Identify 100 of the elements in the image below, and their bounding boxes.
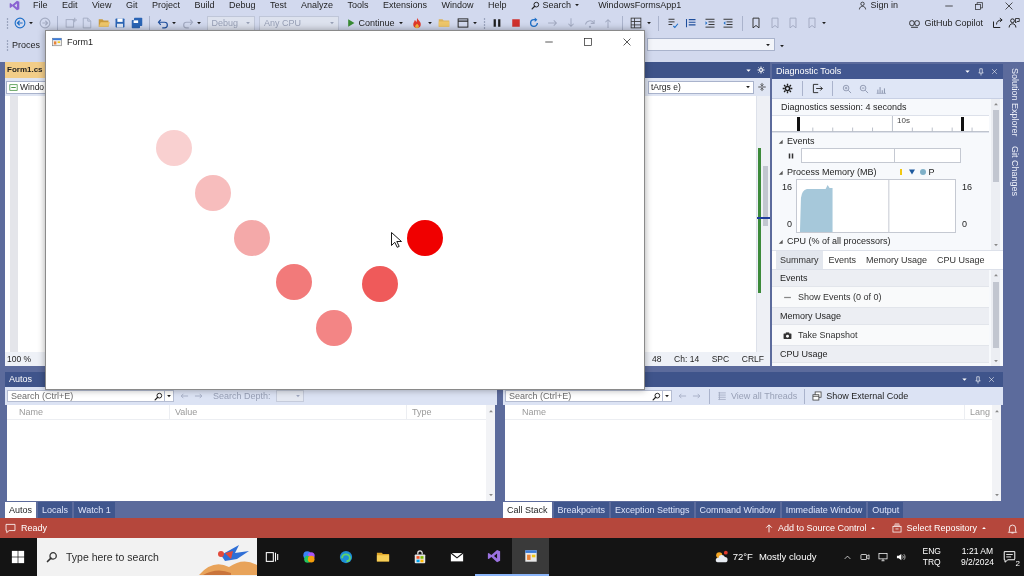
timeline-ruler[interactable]: 10s [772, 115, 989, 133]
expand-triangle-icon[interactable] [777, 237, 784, 245]
menu-item[interactable]: Debug [228, 0, 256, 11]
scroll-up-arrow-icon[interactable] [487, 408, 494, 414]
panel-tab[interactable]: Output [868, 502, 904, 518]
stop-icon[interactable] [509, 17, 522, 29]
maximize-icon[interactable] [583, 37, 593, 47]
panel-tab[interactable]: Autos [5, 502, 36, 518]
vertical-scrollbar[interactable] [486, 405, 495, 501]
panel-tab[interactable]: Watch 1 [74, 502, 115, 518]
caret-icon[interactable] [645, 20, 652, 26]
list-icon[interactable] [685, 17, 698, 29]
expand-triangle-icon[interactable] [777, 168, 784, 176]
menu-item[interactable]: Build [194, 0, 215, 11]
tab[interactable]: Memory Usage [862, 251, 932, 269]
caret-icon[interactable] [472, 20, 479, 26]
side-tab[interactable]: Solution Explorer [1009, 66, 1021, 139]
search-options-button[interactable] [165, 390, 174, 402]
scroll-up-arrow-icon[interactable] [992, 272, 999, 278]
zoom-level[interactable]: 100 % [5, 353, 45, 365]
expand-triangle-icon[interactable] [777, 137, 784, 145]
menu-item[interactable]: File [33, 0, 48, 11]
external-code-button[interactable]: Show External Code [812, 390, 909, 402]
outdent-icon[interactable] [722, 17, 735, 29]
search-button[interactable]: Search [530, 0, 581, 11]
panel-tab[interactable]: Exception Settings [611, 502, 694, 518]
menu-item[interactable]: Edit [62, 0, 78, 11]
save-all-icon[interactable] [130, 17, 143, 29]
tab[interactable]: Events [824, 251, 861, 269]
caret-icon[interactable] [171, 20, 177, 26]
menu-item[interactable]: Test [269, 0, 287, 11]
panel-tab[interactable]: Breakpoints [553, 502, 610, 518]
share-icon[interactable] [991, 17, 1004, 29]
scroll-up-arrow-icon[interactable] [993, 408, 1000, 414]
menu-item[interactable]: Git [125, 0, 138, 11]
menu-item[interactable]: Extensions [383, 0, 428, 11]
scrollbar-thumb[interactable] [992, 110, 999, 182]
chat-bubble-icon[interactable] [1003, 550, 1016, 563]
document-tab[interactable]: Form1.cs [5, 62, 45, 78]
taskbar-button[interactable] [512, 538, 549, 576]
pin-icon[interactable] [974, 375, 982, 384]
add-to-source-control-button[interactable]: Add to Source Control [763, 522, 877, 534]
line-ending[interactable]: CRLF [741, 353, 764, 365]
sign-in-button[interactable]: Sign in [858, 0, 898, 11]
menu-item[interactable]: Project [151, 0, 180, 11]
caret-icon[interactable] [28, 20, 34, 26]
whitespace-mode[interactable]: SPC [711, 353, 730, 365]
panel-tab[interactable]: Call Stack [503, 502, 552, 518]
menu-item[interactable]: Tools [347, 0, 369, 11]
clock-time[interactable]: 1:21 AM [961, 546, 994, 557]
type-dropdown[interactable]: Windo [6, 80, 45, 94]
restore-icon[interactable] [974, 0, 984, 11]
menu-item[interactable]: View [92, 0, 112, 11]
split-icon[interactable] [757, 82, 767, 92]
four-squares-icon[interactable] [11, 550, 25, 564]
command-link[interactable]: Show Events (0 of 0) [798, 291, 882, 303]
arrow-exit-icon[interactable] [812, 83, 823, 94]
grip-handle[interactable] [6, 16, 9, 30]
checklist-icon[interactable] [666, 17, 679, 29]
tab[interactable]: Summary [776, 251, 823, 269]
video-camera-icon[interactable] [860, 552, 871, 562]
clock-date[interactable]: 9/2/2024 [960, 557, 994, 568]
select-repository-button[interactable]: Select Repository [892, 522, 987, 534]
scrollbar-thumb[interactable] [763, 166, 768, 226]
menu-item[interactable]: Window [441, 0, 474, 11]
window-icon[interactable] [456, 17, 469, 29]
range-marker[interactable] [797, 117, 800, 131]
scroll-up-arrow-icon[interactable] [992, 101, 999, 107]
settings-icon[interactable] [782, 83, 793, 94]
caret-icon[interactable] [196, 20, 202, 26]
pin-icon[interactable] [977, 67, 985, 76]
circular-arrow-icon[interactable] [528, 17, 541, 29]
bookmark-icon[interactable] [750, 17, 763, 29]
undo-icon[interactable] [156, 17, 169, 29]
menu-item[interactable]: Analyze [301, 0, 333, 11]
continue-button[interactable]: Continue [343, 17, 406, 29]
member-dropdown[interactable]: tArgs e) [648, 80, 754, 94]
weather-button[interactable]: 72°F Mostly cloudy [713, 550, 817, 564]
search-options-button[interactable] [663, 390, 672, 402]
tab[interactable]: CPU Usage [933, 251, 989, 269]
vertical-scrollbar[interactable] [991, 99, 1000, 250]
panel-tab[interactable]: Immediate Window [781, 502, 867, 518]
keyboard-layout[interactable]: TRQ [922, 557, 941, 568]
speaker-icon[interactable] [896, 552, 907, 562]
indent-icon[interactable] [703, 17, 716, 29]
copilot-button[interactable]: GitHub Copilot [909, 17, 983, 29]
bell-icon[interactable] [1007, 522, 1018, 534]
range-marker[interactable] [961, 117, 964, 131]
search-field[interactable]: Type here to search [66, 550, 178, 564]
back-arrow-icon[interactable] [13, 17, 26, 29]
caret-icon[interactable] [821, 20, 828, 26]
grid-icon[interactable] [630, 17, 643, 29]
scrollbar-thumb[interactable] [992, 282, 999, 348]
scroll-down-arrow-icon[interactable] [487, 492, 494, 498]
grip-handle[interactable] [482, 16, 486, 30]
speech-bubble-icon[interactable] [5, 522, 16, 534]
caret-icon[interactable] [779, 43, 785, 49]
vertical-scrollbar[interactable] [756, 96, 770, 352]
vertical-scrollbar[interactable] [992, 405, 1001, 501]
scroll-down-arrow-icon[interactable] [992, 358, 999, 364]
